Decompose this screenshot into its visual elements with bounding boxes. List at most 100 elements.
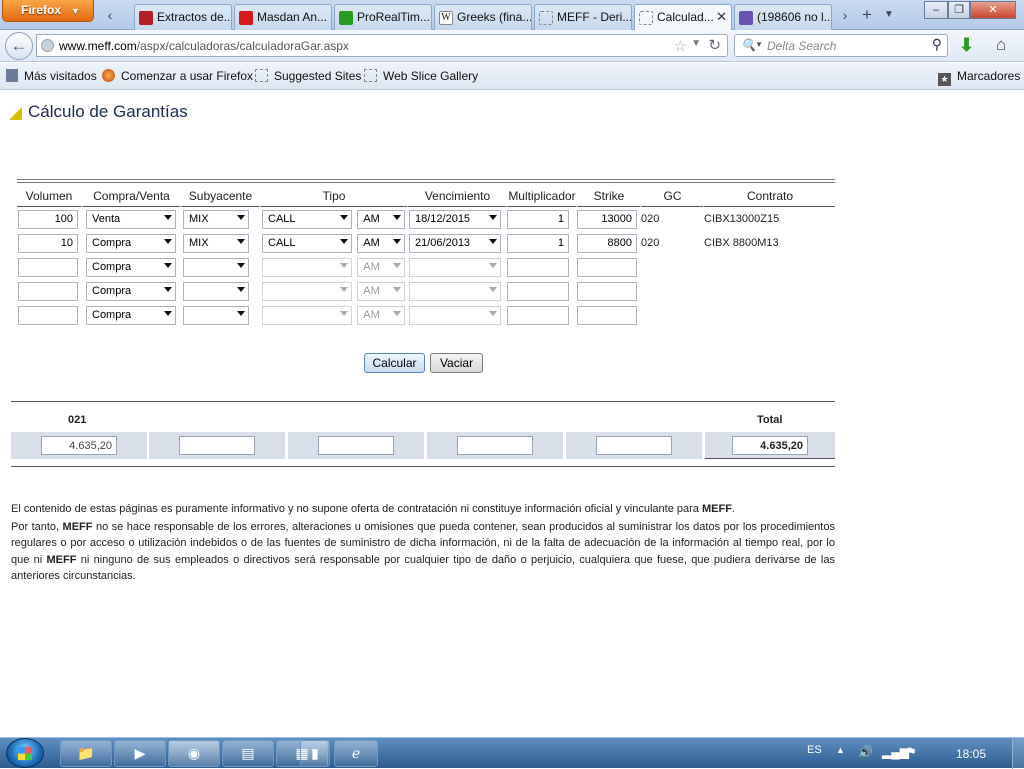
result-value-field[interactable] (457, 436, 533, 455)
tab-scroll-right-icon[interactable]: › (836, 4, 854, 26)
vencimiento-select[interactable]: 21/06/2013 (409, 233, 501, 253)
globe-icon (41, 39, 54, 52)
bookmark-star-icon[interactable]: ☆ (674, 37, 687, 55)
subyacente-cell: MIX (180, 231, 259, 255)
multiplicador-input[interactable] (507, 281, 569, 301)
multiplicador-input[interactable] (507, 233, 569, 253)
strike-input[interactable] (577, 281, 637, 301)
tab-greeks[interactable]: W Greeks (fina... (434, 4, 532, 30)
explorer-folder-icon[interactable]: 📁 (60, 740, 112, 767)
tab-scroll-left-icon[interactable]: ‹ (101, 4, 119, 26)
estilo-select[interactable]: AM (357, 305, 406, 325)
multiplicador-input[interactable] (507, 257, 569, 277)
bookmark-mas-visitados[interactable]: Más visitados (6, 69, 97, 83)
firefox-taskbar-icon[interactable]: ◉ (168, 740, 220, 767)
bookmark-suggested-sites[interactable]: Suggested Sites (255, 69, 361, 83)
bookmarks-menu[interactable]: ★ Marcadores (938, 69, 1020, 86)
strike-input[interactable] (577, 305, 637, 325)
estilo-select[interactable]: AM (357, 233, 406, 253)
result-cell (149, 432, 285, 459)
notes-icon[interactable]: ▤ (222, 740, 274, 767)
volume-icon[interactable]: 🔊 (858, 745, 873, 759)
result-value-field[interactable] (179, 436, 255, 455)
network-signal-icon[interactable]: ▂▄▆ (882, 745, 909, 759)
restore-icon[interactable]: ❐ (948, 1, 970, 19)
estilo-select[interactable]: AM (357, 209, 406, 229)
compra-venta-select[interactable]: Compra (86, 233, 176, 253)
window-close-icon[interactable]: ✕ (970, 1, 1016, 19)
page-icon (364, 69, 377, 82)
download-arrow-icon[interactable]: ⬇ (959, 35, 974, 56)
vencimiento-select[interactable] (409, 281, 501, 301)
vencimiento-select[interactable]: 18/12/2015 (409, 209, 501, 229)
firefox-menu-button[interactable]: Firefox ▼ (2, 0, 94, 22)
result-value-field[interactable] (318, 436, 394, 455)
subyacente-select[interactable] (183, 257, 249, 277)
result-value-field[interactable] (41, 436, 117, 455)
strike-input[interactable] (577, 257, 637, 277)
compra-venta-select[interactable]: Venta (86, 209, 176, 229)
tab-extractos[interactable]: Extractos de... (134, 4, 232, 30)
tab-masdan[interactable]: Masdan An... (234, 4, 332, 30)
close-icon[interactable]: ✕ (716, 9, 727, 25)
subyacente-select[interactable] (183, 305, 249, 325)
tipo-select[interactable]: CALL (262, 233, 352, 253)
compra-venta-select[interactable]: Compra (86, 305, 176, 325)
tipo-select[interactable] (262, 257, 352, 277)
bookmark-comenzar-firefox[interactable]: Comenzar a usar Firefox (102, 69, 253, 83)
tab-meff[interactable]: MEFF - Deri... (534, 4, 632, 30)
tab-calculadora[interactable]: Calculad... ✕ (634, 4, 732, 31)
search-go-icon[interactable]: ⚲ (932, 36, 942, 53)
tipo-select[interactable] (262, 281, 352, 301)
start-button[interactable] (6, 738, 44, 768)
compra-venta-select[interactable]: Compra (86, 257, 176, 277)
chart-app-icon[interactable]: ▮ (300, 740, 330, 767)
back-arrow-icon[interactable]: ← (5, 32, 33, 60)
vencimiento-select[interactable] (409, 257, 501, 277)
subyacente-select[interactable]: MIX (183, 233, 249, 253)
tab-mail[interactable]: (198606 no l... (734, 4, 832, 30)
volumen-input[interactable] (18, 233, 78, 253)
estilo-select[interactable]: AM (357, 281, 406, 301)
bookmark-web-slice-gallery[interactable]: Web Slice Gallery (364, 69, 478, 83)
home-icon[interactable]: ⌂ (996, 35, 1006, 55)
strike-input[interactable] (577, 209, 637, 229)
show-desktop-button[interactable] (1012, 738, 1024, 769)
subyacente-select[interactable] (183, 281, 249, 301)
compra-venta-select[interactable]: Compra (86, 281, 176, 301)
language-indicator[interactable]: ES (807, 744, 822, 756)
media-player-icon[interactable]: ▶ (114, 740, 166, 767)
minimize-icon[interactable]: – (924, 1, 948, 19)
search-input[interactable]: 🔍 ▼ Delta Search ⚲ (734, 34, 948, 57)
result-value-field[interactable] (596, 436, 672, 455)
clock[interactable]: 18:05 (956, 747, 986, 761)
vencimiento-select[interactable] (409, 305, 501, 325)
tab-prorealtime[interactable]: ProRealTim... (334, 4, 432, 30)
url-path: /aspx/calculadoras/calculadoraGar.aspx (136, 39, 349, 53)
tipo-select[interactable] (262, 305, 352, 325)
search-engine-dropdown-icon[interactable]: ▼ (755, 40, 763, 49)
vaciar-button[interactable]: Vaciar (430, 353, 483, 373)
volumen-input[interactable] (18, 305, 78, 325)
new-tab-icon[interactable]: + (858, 4, 876, 26)
result-total-field[interactable] (732, 436, 808, 455)
volumen-input[interactable] (18, 281, 78, 301)
calcular-button[interactable]: Calcular (364, 353, 425, 373)
mail-icon (739, 11, 753, 25)
volumen-input[interactable] (18, 257, 78, 277)
multiplicador-input[interactable] (507, 305, 569, 325)
internet-explorer-icon[interactable]: ℯ (334, 740, 378, 767)
subyacente-select[interactable]: MIX (183, 209, 249, 229)
tray-expand-icon[interactable]: ▲ (836, 745, 845, 755)
tab-list-icon[interactable]: ▼ (880, 4, 898, 26)
estilo-select[interactable]: AM (357, 257, 406, 277)
reload-icon[interactable]: ↻ (708, 36, 721, 54)
strike-input[interactable] (577, 233, 637, 253)
volumen-input[interactable] (18, 209, 78, 229)
url-bar[interactable]: www.meff.com/aspx/calculadoras/calculado… (36, 34, 728, 57)
chevron-down-icon (489, 214, 497, 220)
tipo-select[interactable]: CALL (262, 209, 352, 229)
multiplicador-input[interactable] (507, 209, 569, 229)
url-history-dropdown-icon[interactable]: ▼ (691, 38, 701, 49)
action-center-icon[interactable]: ⚑ (906, 745, 917, 759)
